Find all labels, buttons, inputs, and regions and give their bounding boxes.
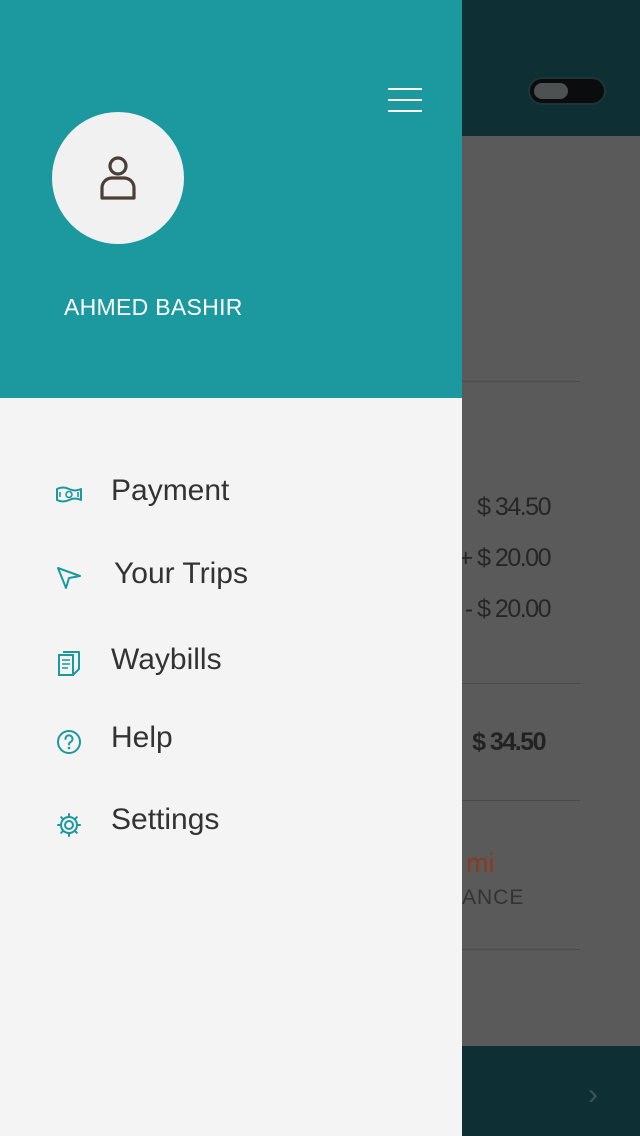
menu-item-payment[interactable]: Payment (0, 462, 462, 522)
menu-item-settings[interactable]: Settings (0, 791, 462, 851)
gear-icon (57, 813, 81, 837)
menu-label: Settings (111, 803, 220, 836)
document-icon (58, 651, 80, 676)
fare-deduction: - $ 20.00 (464, 595, 552, 623)
cash-icon (56, 486, 82, 503)
menu-label: Help (111, 721, 173, 754)
menu-label: Payment (111, 474, 230, 507)
fare-addition: + $ 20.00 (458, 544, 552, 572)
fare-total: $ 34.50 (472, 728, 546, 756)
distance-value: mi (466, 848, 495, 878)
user-name: AHMED BASHIR (64, 294, 243, 320)
drawer-header: AHMED BASHIR (0, 0, 462, 398)
help-circle-icon (57, 730, 81, 754)
toggle-switch[interactable] (528, 77, 606, 105)
navigation-arrow-icon (57, 567, 81, 589)
menu-item-help[interactable]: Help (0, 709, 462, 769)
fare-amount: $ 34.50 (477, 493, 551, 521)
navigation-drawer: AHMED BASHIR Payment Your Trips Waybills (0, 0, 462, 1136)
toggle-knob (534, 83, 568, 99)
distance-label: ANCE (462, 886, 525, 909)
menu-label: Your Trips (114, 557, 248, 590)
menu-label: Waybills (111, 643, 222, 676)
menu-item-your-trips[interactable]: Your Trips (0, 545, 462, 605)
hamburger-menu-icon[interactable] (385, 86, 425, 114)
user-icon (100, 156, 136, 200)
chevron-right-icon[interactable]: › (588, 1078, 598, 1112)
menu-item-waybills[interactable]: Waybills (0, 631, 462, 691)
avatar[interactable] (52, 112, 184, 244)
